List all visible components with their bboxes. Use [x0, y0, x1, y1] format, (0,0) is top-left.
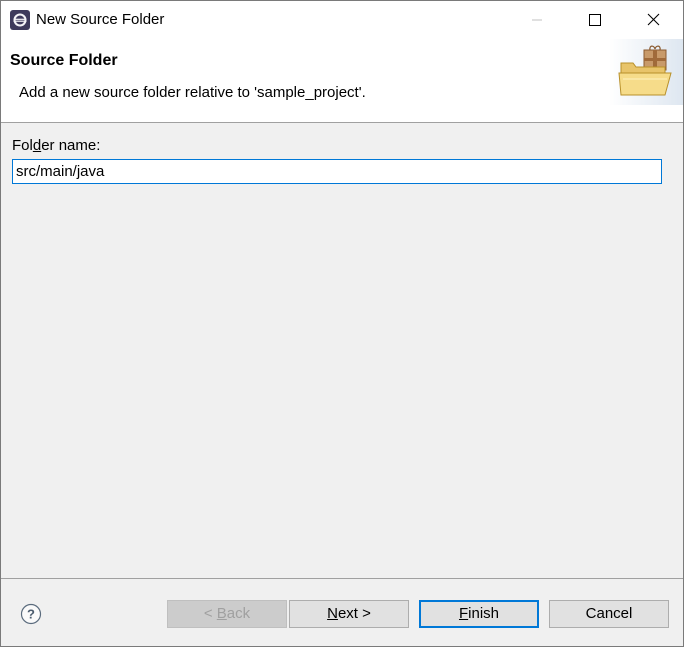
back-button[interactable]: < Back [167, 600, 287, 628]
svg-text:?: ? [27, 607, 35, 622]
maximize-icon [589, 14, 601, 26]
window-title: New Source Folder [36, 11, 165, 28]
footer-separator [1, 578, 683, 579]
close-button[interactable] [624, 1, 682, 39]
eclipse-icon [10, 10, 30, 30]
close-icon [647, 13, 660, 26]
new-source-folder-dialog: New Source Folder Source Folder Add a ne… [0, 0, 684, 647]
folder-package-icon [609, 39, 683, 105]
wizard-header: Source Folder Add a new source folder re… [1, 39, 683, 123]
minimize-button[interactable] [508, 1, 566, 39]
next-button[interactable]: Next > [289, 600, 409, 628]
cancel-button[interactable]: Cancel [549, 600, 669, 628]
finish-button[interactable]: Finish [419, 600, 539, 628]
folder-name-label: Folder name: [12, 137, 101, 154]
folder-name-input[interactable] [12, 159, 662, 184]
minimize-icon [532, 19, 542, 21]
page-description: Add a new source folder relative to 'sam… [19, 84, 366, 101]
page-title: Source Folder [10, 52, 118, 69]
help-icon[interactable]: ? [20, 603, 42, 625]
maximize-button[interactable] [566, 1, 624, 39]
title-bar[interactable]: New Source Folder [1, 1, 683, 39]
